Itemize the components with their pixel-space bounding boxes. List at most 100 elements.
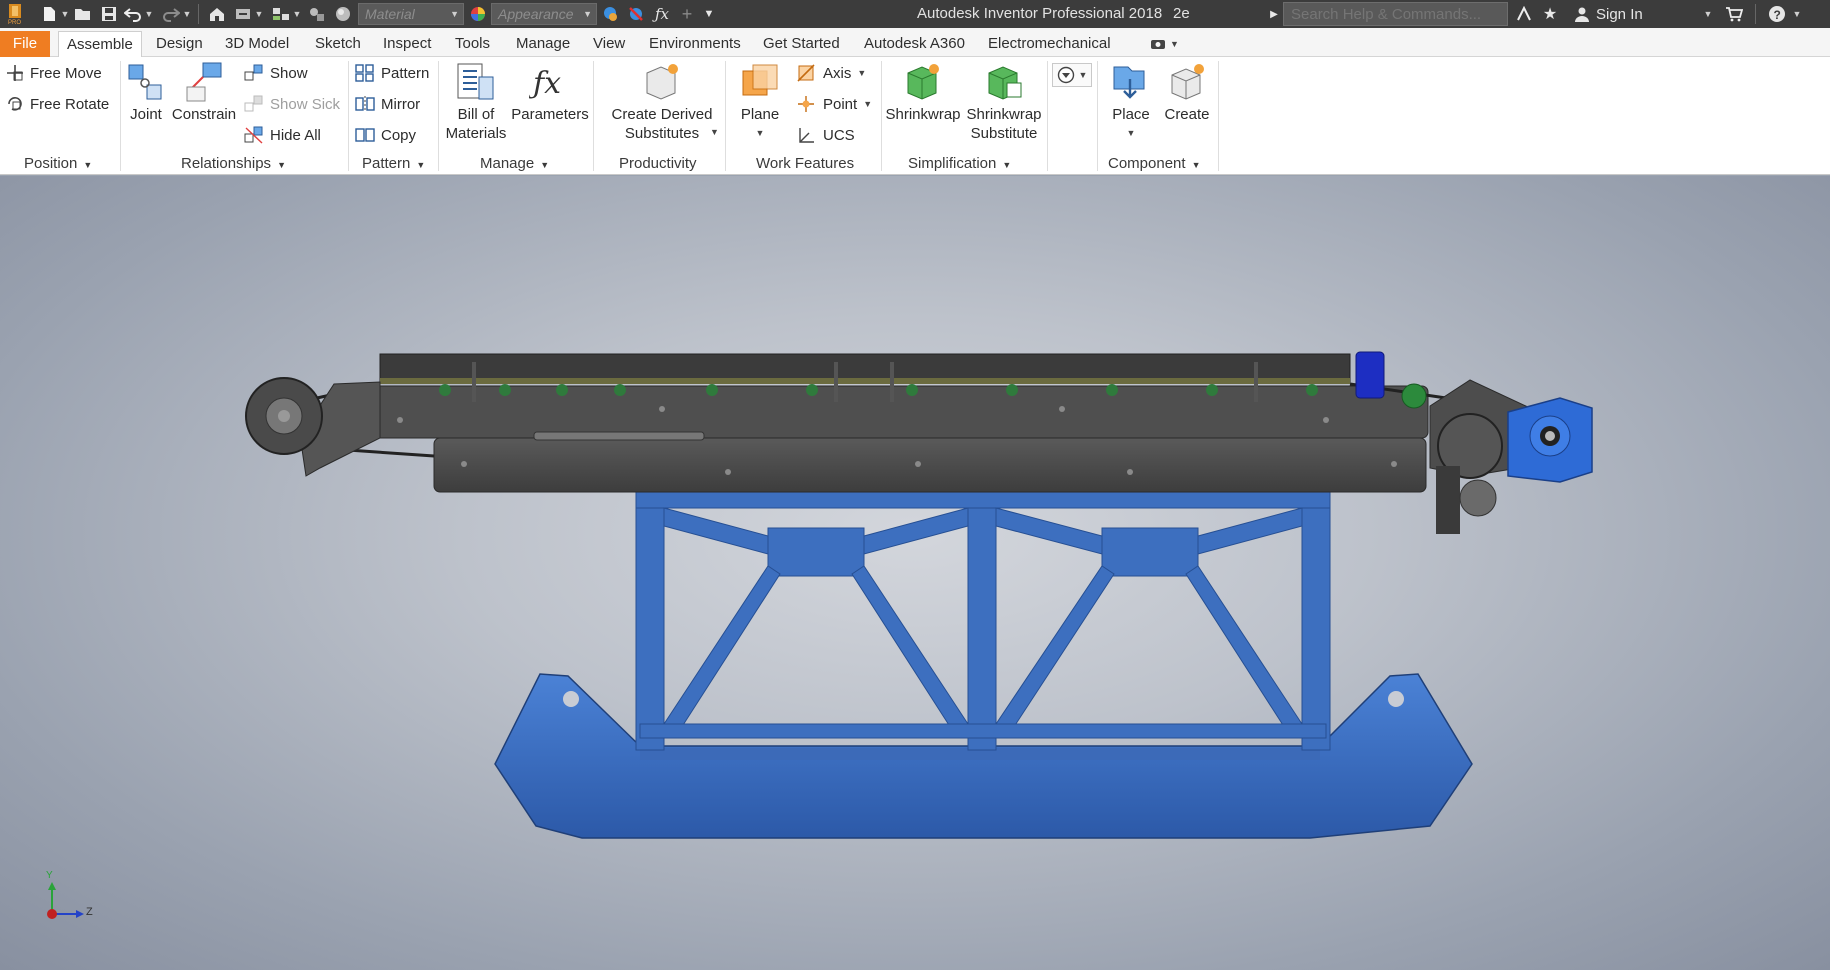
binoculars-icon[interactable] (1513, 3, 1535, 25)
ribbon-tab-row: File Assemble Design 3D Model Sketch Ins… (0, 28, 1830, 57)
search-input[interactable] (1283, 2, 1508, 26)
parameters-button[interactable]: ƒx Parameters (511, 61, 589, 124)
tail-pulley[interactable] (245, 377, 381, 477)
create-component-icon (1171, 64, 1204, 100)
sign-in-button[interactable]: Sign In (1574, 0, 1643, 28)
clear-appearance-icon[interactable] (625, 3, 647, 25)
tab-get-started[interactable]: Get Started (755, 31, 848, 57)
tab-file[interactable]: File (0, 31, 50, 57)
tab-electromechanical[interactable]: Electromechanical (980, 31, 1119, 57)
mirror-icon (355, 96, 375, 112)
support-frame[interactable] (635, 487, 1331, 751)
create-component-button[interactable]: Create (1162, 61, 1212, 124)
appearance-combo[interactable]: Appearance ▼ (491, 3, 597, 25)
help-icon[interactable]: ? (1766, 3, 1788, 25)
panel-separator (881, 61, 882, 171)
show-sick-button[interactable]: Show Sick (244, 92, 340, 116)
simplification-panel-title[interactable]: Simplification ▼ (908, 155, 1011, 173)
select-icon[interactable] (306, 3, 328, 25)
tab-autodesk-a360[interactable]: Autodesk A360 (856, 31, 973, 57)
graphics-viewport[interactable]: Y Z (0, 176, 1830, 970)
material-combo[interactable]: Material ▼ (358, 3, 464, 25)
shrinkwrap-button[interactable]: Shrinkwrap (885, 61, 961, 124)
redo-icon[interactable] (160, 3, 182, 25)
undo-dropdown-icon[interactable]: ▼ (144, 3, 154, 25)
open-folder-icon[interactable] (72, 3, 94, 25)
shrinkwrap-substitute-button[interactable]: Shrinkwrap Substitute (964, 61, 1044, 143)
create-derived-substitutes-button[interactable]: Create Derived Substitutes (606, 61, 718, 143)
hide-all-button[interactable]: Hide All (244, 123, 321, 147)
free-rotate-button[interactable]: Free Rotate (6, 92, 109, 116)
copy-button[interactable]: Copy (355, 123, 416, 147)
parameters-fx-icon[interactable]: ƒx (651, 3, 673, 25)
conveyor-model[interactable] (0, 176, 1830, 970)
free-move-label: Free Move (30, 64, 102, 82)
tab-view[interactable]: View (585, 31, 633, 57)
help-dropdown-icon[interactable]: ▼ (1792, 3, 1802, 25)
point-button[interactable]: Point ▼ (797, 92, 872, 116)
tab-sketch[interactable]: Sketch (307, 31, 369, 57)
ucs-button[interactable]: UCS (797, 123, 855, 147)
position-panel-title[interactable]: Position ▼ (24, 155, 92, 173)
free-rotate-label: Free Rotate (30, 95, 110, 113)
tab-tools[interactable]: Tools (447, 31, 498, 57)
chevron-down-icon[interactable]: ▼ (710, 127, 719, 137)
bill-of-materials-button[interactable]: Bill of Materials (444, 61, 508, 143)
return-dropdown-icon[interactable]: ▼ (254, 3, 264, 25)
color-sphere-icon[interactable] (332, 3, 354, 25)
chevron-down-icon: ▼ (1002, 160, 1012, 170)
new-file-icon[interactable] (38, 3, 60, 25)
sign-in-label: Sign In (1596, 5, 1643, 23)
ucs-icon (799, 128, 814, 143)
chevron-down-icon: ▼ (1170, 39, 1179, 49)
customize-qat-icon[interactable]: ▼ (700, 3, 718, 25)
favorites-star-icon[interactable]: ★ (1539, 3, 1561, 25)
measure-icon[interactable]: + (676, 3, 698, 25)
tab-assemble[interactable]: Assemble (58, 31, 142, 57)
tab-environments[interactable]: Environments (641, 31, 749, 57)
return-icon[interactable] (232, 3, 254, 25)
tab-design[interactable]: Design (148, 31, 211, 57)
panel-separator (1218, 61, 1219, 171)
visibility-dropdown[interactable]: ▼ (1052, 63, 1092, 87)
free-move-button[interactable]: Free Move (6, 61, 102, 85)
inventor-logo-icon[interactable]: PRO (4, 3, 26, 25)
place-component-icon (1113, 66, 1145, 99)
mirror-button[interactable]: Mirror (355, 92, 420, 116)
show-button[interactable]: Show (244, 61, 308, 85)
sign-in-dropdown-icon[interactable]: ▼ (1703, 3, 1713, 25)
ucs-label: UCS (823, 126, 855, 144)
tab-inspect[interactable]: Inspect (375, 31, 439, 57)
home-icon[interactable] (206, 3, 228, 25)
view-triad[interactable]: Y Z (38, 870, 98, 929)
adjust-appearance-icon[interactable] (600, 3, 622, 25)
projects-dropdown-icon[interactable]: ▼ (292, 3, 302, 25)
place-button[interactable]: Place ▼ (1106, 61, 1156, 143)
cart-icon[interactable] (1723, 3, 1745, 25)
joint-button[interactable]: Joint (126, 61, 166, 124)
new-file-dropdown-icon[interactable]: ▼ (60, 3, 70, 25)
constrain-button[interactable]: Constrain (172, 61, 236, 124)
tab-3d-model[interactable]: 3D Model (217, 31, 297, 57)
shrinkwrap-label: Shrinkwrap (885, 106, 961, 123)
projects-icon[interactable] (270, 3, 292, 25)
redo-dropdown-icon[interactable]: ▼ (182, 3, 192, 25)
chevron-down-icon: ▼ (1078, 70, 1088, 80)
expand-search-icon[interactable]: ▶ (1268, 3, 1280, 25)
ribbon-display-toggle[interactable]: ▼ (1150, 36, 1182, 52)
panel-separator (1097, 61, 1098, 171)
save-icon[interactable] (98, 3, 120, 25)
pattern-button[interactable]: Pattern (355, 61, 429, 85)
axis-button[interactable]: Axis ▼ (797, 61, 866, 85)
undo-icon[interactable] (122, 3, 144, 25)
pattern-panel-title[interactable]: Pattern ▼ (362, 155, 425, 173)
color-wheel-icon[interactable] (467, 3, 489, 25)
tab-manage[interactable]: Manage (508, 31, 578, 57)
show-sick-icon (244, 95, 263, 112)
plane-button[interactable]: Plane ▼ (735, 61, 785, 143)
conveyor-body[interactable] (289, 353, 1461, 493)
component-panel-title[interactable]: Component ▼ (1108, 155, 1200, 173)
panel-separator (348, 61, 349, 171)
manage-panel-title[interactable]: Manage ▼ (480, 155, 549, 173)
relationships-panel-title[interactable]: Relationships ▼ (181, 155, 286, 173)
